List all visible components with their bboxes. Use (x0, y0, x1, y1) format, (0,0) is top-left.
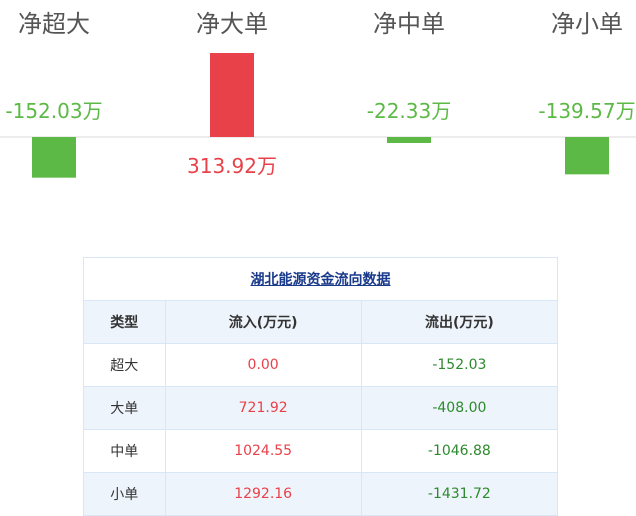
table-row: 中单 1024.55 -1046.88 (83, 429, 559, 473)
table-caption-row: 湖北能源资金流向数据 (83, 257, 558, 301)
category-label: 净大单 (196, 10, 268, 38)
cell-type: 小单 (83, 472, 166, 516)
cell-inflow: 1292.16 (164, 472, 362, 516)
category-label: 净小单 (551, 10, 623, 38)
cell-inflow: 1024.55 (164, 429, 362, 473)
header-type: 类型 (83, 300, 166, 344)
net-flow-chart: 净超大 -152.03万 净大单 313.92万 净中单 -22.33万 净小单 -139.5… (0, 10, 636, 178)
value-label: -22.33万 (367, 99, 451, 123)
table-title[interactable]: 湖北能源资金流向数据 (251, 272, 391, 288)
header-inflow: 流入(万元) (164, 300, 362, 344)
cell-inflow: 0.00 (164, 343, 362, 387)
category-label: 净超大 (18, 10, 90, 38)
table-row: 大单 721.92 -408.00 (83, 386, 559, 430)
bar-4 (565, 137, 609, 175)
cell-type: 超大 (83, 343, 166, 387)
table-row: 超大 0.00 -152.03 (83, 343, 559, 387)
bar-1 (32, 137, 76, 178)
cell-type: 中单 (83, 429, 166, 473)
bar-2 (210, 53, 254, 137)
table-title-cell: 湖北能源资金流向数据 (83, 257, 558, 301)
value-label: -139.57万 (538, 99, 635, 123)
value-label: -152.03万 (5, 99, 102, 123)
cell-inflow: 721.92 (164, 386, 362, 430)
table-row: 小单 1292.16 -1431.72 (83, 472, 559, 516)
cell-type: 大单 (83, 386, 166, 430)
fund-flow-table: 湖北能源资金流向数据 类型 流入(万元) 流出(万元) 超大 0.00 -152… (83, 257, 559, 516)
table-header-row: 类型 流入(万元) 流出(万元) (83, 300, 559, 344)
cell-outflow: -1431.72 (360, 472, 559, 516)
cell-outflow: -152.03 (360, 343, 559, 387)
bar-3 (387, 137, 431, 143)
cell-outflow: -408.00 (360, 386, 559, 430)
value-label: 313.92万 (187, 154, 277, 178)
category-label: 净中单 (373, 10, 445, 38)
cell-outflow: -1046.88 (360, 429, 559, 473)
header-outflow: 流出(万元) (360, 300, 559, 344)
